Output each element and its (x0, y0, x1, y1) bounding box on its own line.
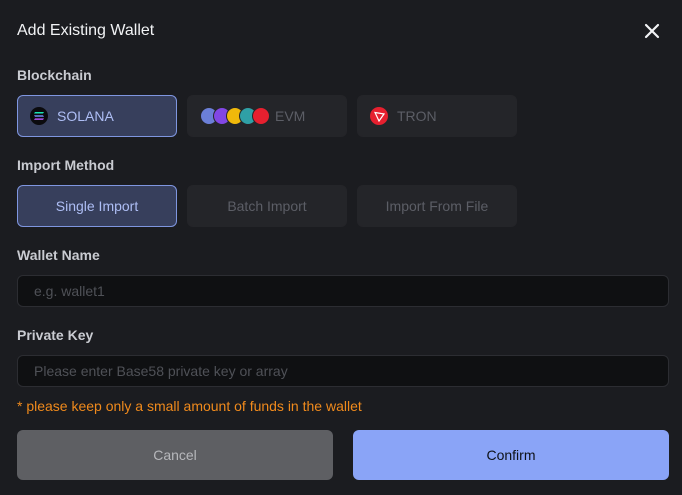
close-icon[interactable] (640, 19, 664, 43)
chain-option-label: EVM (275, 108, 306, 124)
funds-warning: * please keep only a small amount of fun… (17, 398, 362, 414)
chain-option-tron[interactable]: TRON (357, 95, 517, 137)
import-option-label: Batch Import (227, 198, 307, 214)
import-single-button[interactable]: Single Import (17, 185, 177, 227)
private-key-input[interactable] (17, 355, 669, 387)
cancel-button[interactable]: Cancel (17, 430, 333, 480)
import-option-label: Import From File (385, 198, 489, 214)
optimism-icon (252, 107, 270, 125)
add-wallet-dialog: Add Existing Wallet Blockchain SOLANA EV… (0, 0, 682, 495)
confirm-button[interactable]: Confirm (353, 430, 669, 480)
chain-option-solana[interactable]: SOLANA (17, 95, 177, 137)
blockchain-label: Blockchain (17, 67, 92, 83)
wallet-name-label: Wallet Name (17, 247, 100, 263)
chain-option-evm[interactable]: EVM (187, 95, 347, 137)
dialog-title: Add Existing Wallet (17, 22, 155, 39)
chain-option-label: TRON (397, 108, 437, 124)
import-batch-button[interactable]: Batch Import (187, 185, 347, 227)
tron-icon (370, 107, 388, 125)
import-method-label: Import Method (17, 157, 115, 173)
solana-icon (30, 107, 48, 125)
evm-chain-icons (200, 107, 270, 125)
chain-option-label: SOLANA (57, 108, 114, 124)
import-option-label: Single Import (55, 198, 139, 214)
private-key-label: Private Key (17, 327, 94, 343)
import-from-file-button[interactable]: Import From File (357, 185, 517, 227)
wallet-name-input[interactable] (17, 275, 669, 307)
